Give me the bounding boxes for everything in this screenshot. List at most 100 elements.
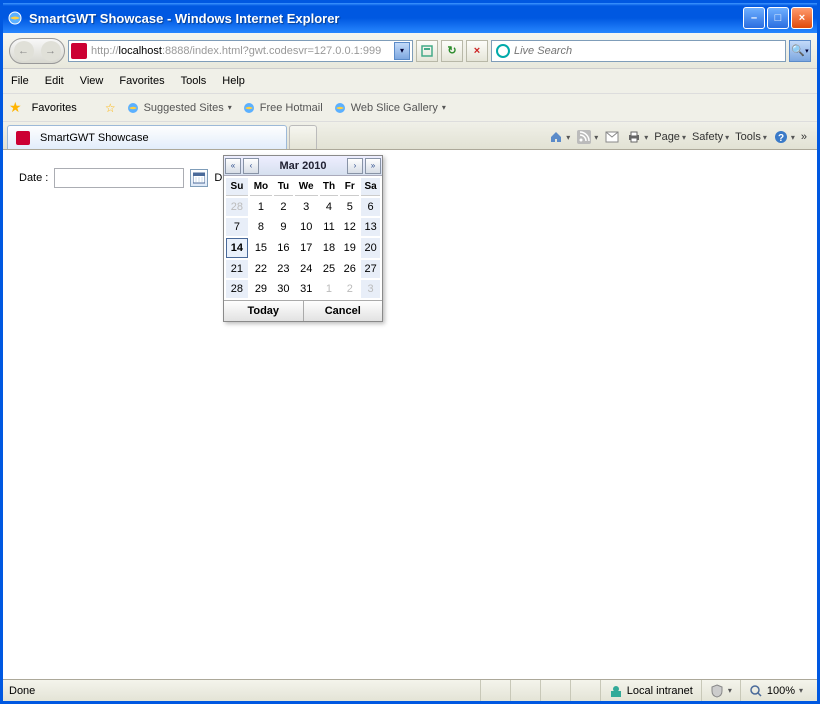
calendar-day-header: Fr <box>340 178 359 196</box>
calendar-day-cell[interactable]: 18 <box>320 238 339 258</box>
security-zone[interactable]: Local intranet <box>600 680 701 701</box>
web-slice-label: Web Slice Gallery <box>351 102 438 114</box>
minimize-button[interactable]: – <box>743 7 765 29</box>
calendar-day-cell[interactable]: 26 <box>340 260 359 278</box>
calendar-day-cell[interactable]: 15 <box>250 238 272 258</box>
zoom-control[interactable]: 100% ▾ <box>740 680 811 701</box>
refresh-button[interactable]: ↻ <box>441 40 463 62</box>
maximize-button[interactable]: □ <box>767 7 789 29</box>
mail-button[interactable] <box>604 129 620 145</box>
date-picker-button[interactable] <box>190 169 208 187</box>
calendar-day-cell[interactable]: 28 <box>226 198 248 216</box>
calendar-day-cell[interactable]: 17 <box>295 238 318 258</box>
add-fav-icon[interactable]: ☆ <box>105 101 116 115</box>
calendar-day-cell[interactable]: 23 <box>274 260 293 278</box>
calendar-day-cell[interactable]: 2 <box>274 198 293 216</box>
menu-favorites[interactable]: Favorites <box>119 75 164 87</box>
calendar-day-cell[interactable]: 3 <box>361 280 380 298</box>
today-button[interactable]: Today <box>224 301 304 321</box>
stop-button[interactable]: × <box>466 40 488 62</box>
calendar-day-cell[interactable]: 1 <box>250 198 272 216</box>
menu-tools[interactable]: Tools <box>181 75 207 87</box>
calendar-day-cell[interactable]: 30 <box>274 280 293 298</box>
calendar-day-cell[interactable]: 13 <box>361 218 380 236</box>
calendar-day-cell[interactable]: 1 <box>320 280 339 298</box>
rss-icon <box>576 129 592 145</box>
search-go-button[interactable]: 🔍▾ <box>789 40 811 62</box>
calendar-day-cell[interactable]: 6 <box>361 198 380 216</box>
calendar-title[interactable]: Mar 2010 <box>260 160 346 172</box>
prev-year-button[interactable]: « <box>225 158 241 174</box>
calendar-day-cell[interactable]: 24 <box>295 260 318 278</box>
close-button[interactable]: × <box>791 7 813 29</box>
page-content: Date : Di « ‹ Mar 2010 › » SuMoTuWeThFrS… <box>3 150 817 679</box>
address-dropdown[interactable]: ▾ <box>394 42 410 60</box>
calendar-day-cell[interactable]: 3 <box>295 198 318 216</box>
overflow-button[interactable]: » <box>801 131 807 143</box>
calendar-day-cell[interactable]: 8 <box>250 218 272 236</box>
prev-month-button[interactable]: ‹ <box>243 158 259 174</box>
calendar-day-cell[interactable]: 25 <box>320 260 339 278</box>
status-segment <box>510 680 540 701</box>
help-button[interactable]: ?▾ <box>773 129 795 145</box>
free-hotmail-link[interactable]: Free Hotmail <box>242 101 323 115</box>
calendar-day-cell[interactable]: 10 <box>295 218 318 236</box>
calendar-day-cell[interactable]: 21 <box>226 260 248 278</box>
tab-smartgwt[interactable]: SmartGWT Showcase <box>7 125 287 149</box>
calendar-day-cell[interactable]: 11 <box>320 218 339 236</box>
new-tab-button[interactable] <box>289 125 317 149</box>
home-icon <box>548 129 564 145</box>
chevron-down-icon: ▾ <box>799 686 803 695</box>
next-year-button[interactable]: » <box>365 158 381 174</box>
menu-view[interactable]: View <box>80 75 104 87</box>
suggested-sites-link[interactable]: Suggested Sites ▾ <box>126 101 232 115</box>
home-button[interactable]: ▾ <box>548 129 570 145</box>
date-input[interactable] <box>54 168 184 188</box>
address-bar[interactable]: http://localhost:8888/index.html?gwt.cod… <box>68 40 413 62</box>
web-slice-link[interactable]: Web Slice Gallery ▾ <box>333 101 446 115</box>
chevron-down-icon: ▾ <box>228 103 232 112</box>
cancel-button[interactable]: Cancel <box>304 301 383 321</box>
calendar-day-cell[interactable]: 12 <box>340 218 359 236</box>
calendar-day-cell[interactable]: 19 <box>340 238 359 258</box>
calendar-day-cell[interactable]: 14 <box>226 238 248 258</box>
svg-text:?: ? <box>778 133 784 144</box>
calendar-day-cell[interactable]: 9 <box>274 218 293 236</box>
calendar-day-cell[interactable]: 31 <box>295 280 318 298</box>
forward-button[interactable]: → <box>41 41 61 61</box>
tools-menu-label: Tools <box>735 131 761 143</box>
browser-window: SmartGWT Showcase - Windows Internet Exp… <box>0 0 820 704</box>
calendar-day-header: We <box>295 178 318 196</box>
calendar-day-cell[interactable]: 20 <box>361 238 380 258</box>
search-input[interactable] <box>514 45 781 57</box>
safety-menu[interactable]: Safety▾ <box>692 131 729 143</box>
command-bar: ▾ ▾ ▾ Page▾ Safety▾ Tools▾ ?▾ » <box>548 129 813 149</box>
search-bar[interactable] <box>491 40 786 62</box>
protected-mode[interactable]: ▾ <box>701 680 740 701</box>
tools-menu[interactable]: Tools▾ <box>735 131 767 143</box>
zone-label: Local intranet <box>627 685 693 697</box>
favorites-button[interactable]: Favorites <box>32 102 77 114</box>
back-button[interactable]: ← <box>14 41 34 61</box>
chevron-down-icon: ▾ <box>728 686 732 695</box>
feeds-button[interactable]: ▾ <box>576 129 598 145</box>
calendar-day-header: Tu <box>274 178 293 196</box>
url-protocol: http:// <box>91 45 119 57</box>
compat-view-button[interactable] <box>416 40 438 62</box>
calendar-day-cell[interactable]: 28 <box>226 280 248 298</box>
calendar-day-cell[interactable]: 4 <box>320 198 339 216</box>
page-menu[interactable]: Page▾ <box>654 131 686 143</box>
ie-icon <box>7 10 23 26</box>
calendar-day-cell[interactable]: 29 <box>250 280 272 298</box>
menu-edit[interactable]: Edit <box>45 75 64 87</box>
calendar-day-cell[interactable]: 27 <box>361 260 380 278</box>
menu-file[interactable]: File <box>11 75 29 87</box>
menu-help[interactable]: Help <box>222 75 245 87</box>
next-month-button[interactable]: › <box>347 158 363 174</box>
calendar-day-cell[interactable]: 2 <box>340 280 359 298</box>
calendar-day-cell[interactable]: 5 <box>340 198 359 216</box>
print-button[interactable]: ▾ <box>626 129 648 145</box>
calendar-day-cell[interactable]: 16 <box>274 238 293 258</box>
calendar-day-cell[interactable]: 22 <box>250 260 272 278</box>
calendar-day-cell[interactable]: 7 <box>226 218 248 236</box>
